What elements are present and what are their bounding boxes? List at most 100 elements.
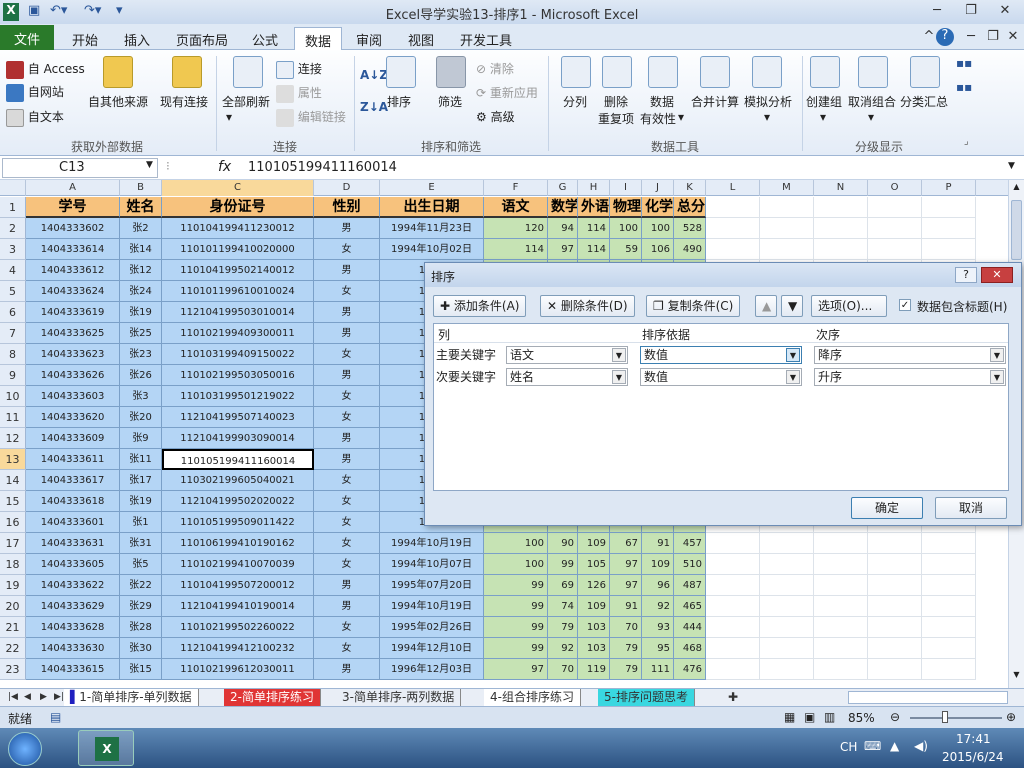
column-header[interactable]: A: [26, 180, 120, 196]
table-cell[interactable]: 112104199503010014: [162, 302, 314, 323]
row-header[interactable]: 5: [0, 281, 26, 302]
table-cell[interactable]: 女: [314, 617, 380, 638]
table-cell[interactable]: 510: [674, 554, 706, 575]
table-cell[interactable]: 105: [578, 554, 610, 575]
table-cell[interactable]: 110102199502260022: [162, 617, 314, 638]
row-header[interactable]: 1: [0, 197, 26, 218]
tab-page-layout[interactable]: 页面布局: [166, 27, 238, 50]
table-cell[interactable]: 男: [314, 218, 380, 239]
chevron-down-icon[interactable]: ▼: [612, 370, 626, 384]
table-cell[interactable]: 91: [610, 596, 642, 617]
table-cell[interactable]: 1404333618: [26, 491, 120, 512]
empty-cell[interactable]: [868, 659, 922, 680]
advanced-button[interactable]: ⚙ 高级: [476, 108, 515, 125]
insert-function-icon[interactable]: fx: [218, 159, 231, 175]
table-cell[interactable]: 110106199410190162: [162, 533, 314, 554]
row-header[interactable]: 4: [0, 260, 26, 281]
table-cell[interactable]: 110102199612030011: [162, 659, 314, 680]
table-cell[interactable]: 1404333624: [26, 281, 120, 302]
empty-cell[interactable]: [814, 533, 868, 554]
table-cell[interactable]: 张2: [120, 218, 162, 239]
secondary-order-select[interactable]: 升序 ▼: [814, 368, 1006, 386]
doc-close-icon[interactable]: ✕: [1002, 29, 1024, 47]
table-cell[interactable]: 张31: [120, 533, 162, 554]
table-cell[interactable]: 张20: [120, 407, 162, 428]
data-validation-label1[interactable]: 数据: [650, 93, 674, 110]
table-cell[interactable]: 114: [484, 239, 548, 260]
empty-cell[interactable]: [814, 617, 868, 638]
table-cell[interactable]: 张14: [120, 239, 162, 260]
empty-cell[interactable]: [922, 659, 976, 680]
table-cell[interactable]: 1404333603: [26, 386, 120, 407]
table-cell[interactable]: 90: [548, 533, 578, 554]
table-cell[interactable]: 张22: [120, 575, 162, 596]
ok-button[interactable]: 确定: [851, 497, 923, 519]
column-header[interactable]: O: [868, 180, 922, 196]
table-cell[interactable]: 女: [314, 491, 380, 512]
table-cell[interactable]: 114: [578, 218, 610, 239]
table-cell[interactable]: 1404333609: [26, 428, 120, 449]
empty-cell[interactable]: [760, 554, 814, 575]
dialog-close-icon[interactable]: ✕: [981, 267, 1013, 283]
empty-cell[interactable]: [868, 554, 922, 575]
options-button[interactable]: 选项(O)...: [811, 295, 887, 317]
table-cell[interactable]: 96: [642, 575, 674, 596]
horizontal-scrollbar[interactable]: [848, 691, 1008, 704]
table-cell[interactable]: 1996年12月03日: [380, 659, 484, 680]
doc-minimize-icon[interactable]: ─: [960, 29, 982, 47]
table-cell[interactable]: 张28: [120, 617, 162, 638]
empty-cell[interactable]: [922, 617, 976, 638]
delete-condition-button[interactable]: ✕ 删除条件(D): [540, 295, 635, 317]
table-cell[interactable]: 1404333623: [26, 344, 120, 365]
taskbar-excel-button[interactable]: X: [78, 730, 134, 766]
minimize-icon[interactable]: ─: [926, 3, 948, 21]
header-cell[interactable]: 语文: [484, 197, 548, 218]
name-box-dropdown-icon[interactable]: ▼: [146, 160, 153, 170]
table-cell[interactable]: 74: [548, 596, 578, 617]
table-cell[interactable]: 1404333625: [26, 323, 120, 344]
table-cell[interactable]: 111: [642, 659, 674, 680]
table-cell[interactable]: 女: [314, 470, 380, 491]
secondary-column-select[interactable]: 姓名 ▼: [506, 368, 628, 386]
table-cell[interactable]: 110102199503050016: [162, 365, 314, 386]
table-cell[interactable]: 张12: [120, 260, 162, 281]
empty-cell[interactable]: [760, 617, 814, 638]
volume-icon[interactable]: ◀): [914, 739, 928, 753]
empty-cell[interactable]: [706, 218, 760, 239]
empty-cell[interactable]: [706, 554, 760, 575]
header-cell[interactable]: 化学: [642, 197, 674, 218]
zoom-slider-thumb[interactable]: [942, 711, 948, 723]
empty-cell[interactable]: [706, 575, 760, 596]
column-header[interactable]: H: [578, 180, 610, 196]
sheet-tab-4[interactable]: 4-组合排序练习: [484, 689, 581, 706]
table-cell[interactable]: 张24: [120, 281, 162, 302]
table-cell[interactable]: 97: [610, 575, 642, 596]
table-cell[interactable]: 1404333619: [26, 302, 120, 323]
row-header[interactable]: 19: [0, 575, 26, 596]
add-condition-button[interactable]: ✚ 添加条件(A): [433, 295, 527, 317]
column-header[interactable]: G: [548, 180, 578, 196]
empty-cell[interactable]: [868, 638, 922, 659]
table-cell[interactable]: 110104199411230012: [162, 218, 314, 239]
table-cell[interactable]: 1994年10月02日: [380, 239, 484, 260]
table-cell[interactable]: 张25: [120, 323, 162, 344]
column-header[interactable]: J: [642, 180, 674, 196]
group-button[interactable]: 创建组: [806, 93, 842, 110]
table-cell[interactable]: 112104199410190014: [162, 596, 314, 617]
remove-duplicates-label1[interactable]: 删除: [604, 93, 628, 110]
tab-home[interactable]: 开始: [62, 27, 108, 50]
row-header[interactable]: 15: [0, 491, 26, 512]
table-cell[interactable]: 男: [314, 323, 380, 344]
row-header[interactable]: 10: [0, 386, 26, 407]
table-cell[interactable]: 张9: [120, 428, 162, 449]
table-cell[interactable]: 103: [578, 638, 610, 659]
table-cell[interactable]: 张15: [120, 659, 162, 680]
table-cell[interactable]: 1404333611: [26, 449, 120, 470]
table-cell[interactable]: 110102199409300011: [162, 323, 314, 344]
zoom-out-icon[interactable]: ⊖: [890, 710, 900, 724]
what-if-dropdown-icon[interactable]: ▾: [764, 110, 770, 124]
scroll-up-icon[interactable]: ▲: [1011, 182, 1022, 194]
header-cell[interactable]: 外语: [578, 197, 610, 218]
table-cell[interactable]: 110102199410070039: [162, 554, 314, 575]
row-header[interactable]: 20: [0, 596, 26, 617]
